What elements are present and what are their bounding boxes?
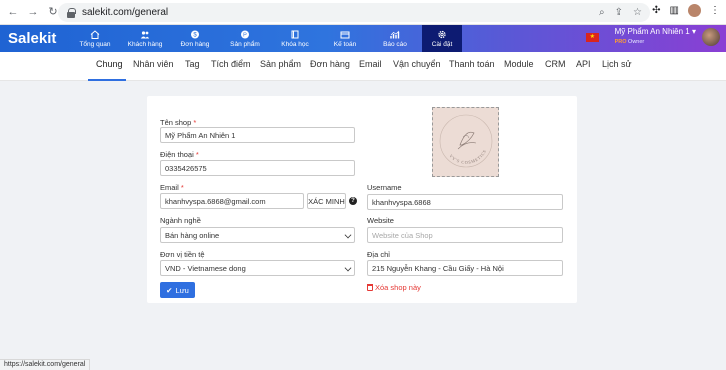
shop-logo-image: VY'S COSMETICS [439,114,492,168]
back-icon[interactable]: ← [6,5,20,19]
user-role: Owner [628,39,645,45]
address-bar[interactable]: salekit.com/general ⌕ ⇪ ☆ [58,3,650,22]
book-icon [291,30,299,38]
share-icon[interactable]: ⇪ [615,7,623,18]
menu-item-customers[interactable]: Khách hàng [120,25,170,52]
industry-select[interactable]: Bán hàng online [160,227,355,243]
website-label: Website [367,216,394,225]
url-text: salekit.com/general [82,7,169,18]
currency-select[interactable]: VND - Vietnamese dong [160,260,355,276]
phone-input[interactable]: 0335426575 [160,160,355,176]
tab-tag[interactable]: Tag [185,59,200,69]
verify-email-button[interactable]: XÁC MINH [307,193,346,209]
tab-general[interactable]: Chung [96,59,123,69]
tab-crm[interactable]: CRM [545,59,566,69]
chevron-down-icon [344,231,352,239]
help-icon[interactable]: ? [349,197,357,205]
svg-text:VY'S COSMETICS: VY'S COSMETICS [448,148,487,165]
username-input[interactable]: khanhvyspa.6868 [367,194,563,210]
customers-icon [140,30,150,38]
currency-label: Đơn vị tiền tệ [160,250,205,259]
tab-staff[interactable]: Nhân viên [133,59,174,69]
user-avatar[interactable] [702,28,720,46]
chevron-down-icon: ▾ [691,27,696,36]
tab-email[interactable]: Email [359,59,382,69]
sidepanel-icon[interactable]: ▥ [670,5,679,16]
shop-name-input[interactable]: Mỹ Phẩm An Nhiên 1 [160,127,355,143]
settings-tabs: Chung Nhân viên Tag Tích điểm Sản phẩm Đ… [0,52,726,81]
shop-name-label: Tên shop * [160,118,197,127]
plan-badge: PRO [614,39,627,45]
browser-toolbar: ← → ↻ salekit.com/general ⌕ ⇪ ☆ ✣ ▥ ⋮ [0,0,726,25]
trash-icon [367,284,373,291]
email-input[interactable]: khanhvyspa.6868@gmail.com [160,193,304,209]
phone-label: Điện thoại * [160,150,199,159]
extensions-icon[interactable]: ✣ [652,5,660,16]
lock-icon [66,7,76,18]
products-icon: P [241,30,249,38]
logo-text: VY'S COSMETICS [448,148,486,165]
tab-points[interactable]: Tích điểm [211,59,251,69]
app-logo[interactable]: Salekit [8,30,70,47]
orders-icon: $ [191,30,199,38]
address-input[interactable]: 215 Nguyễn Khang - Cầu Giấy - Hà Nội [367,260,563,276]
address-label: Địa chỉ [367,250,390,259]
website-input[interactable]: Website của Shop [367,227,563,243]
star-icon[interactable]: ☆ [633,7,642,18]
report-icon [390,30,400,38]
tab-orders[interactable]: Đơn hàng [310,59,350,69]
menu-item-overview[interactable]: Tổng quan [70,25,120,52]
tab-payment[interactable]: Thanh toán [449,59,495,69]
zoom-icon[interactable]: ⌕ [599,7,605,18]
user-name: Mỹ Phẩm An Nhiên 1 [614,27,690,36]
profile-avatar[interactable] [688,4,701,17]
menu-item-settings[interactable]: Cài đặt [422,25,462,52]
active-tab-indicator [88,79,126,81]
app-header: Salekit Tổng quan Khách hàng $ Đơn hàng … [0,25,726,52]
svg-text:P: P [243,32,247,38]
tab-module[interactable]: Module [504,59,534,69]
link-status-bar: https://salekit.com/general [0,359,91,370]
forward-icon[interactable]: → [26,5,40,19]
language-flag-icon[interactable] [585,32,599,42]
settings-icon [438,30,446,38]
shop-logo-upload[interactable]: VY'S COSMETICS [432,107,499,177]
industry-label: Ngành nghề [160,216,201,225]
menu-item-courses[interactable]: Khóa học [270,25,320,52]
menu-kebab-icon[interactable]: ⋮ [710,5,720,16]
tab-products[interactable]: Sản phẩm [260,59,301,69]
tab-shipping[interactable]: Vận chuyển [393,59,441,69]
accounting-icon [340,31,350,38]
email-label: Email * [160,183,184,192]
username-label: Username [367,183,402,192]
menu-item-products[interactable]: P Sản phẩm [220,25,270,52]
tab-history[interactable]: Lịch sử [602,59,632,69]
menu-item-orders[interactable]: $ Đơn hàng [170,25,220,52]
chevron-down-icon [344,264,352,272]
tab-api[interactable]: API [576,59,591,69]
home-icon [90,29,100,39]
check-icon: ✔ [166,285,173,295]
delete-shop-link[interactable]: Xóa shop này [367,283,421,292]
user-menu[interactable]: Mỹ Phẩm An Nhiên 1 ▾ PRO Owner [615,27,696,47]
menu-item-accounting[interactable]: Kế toán [320,25,370,52]
save-button[interactable]: ✔ Lưu [160,282,195,298]
main-menu: Tổng quan Khách hàng $ Đơn hàng P Sản ph… [70,25,462,52]
menu-item-reports[interactable]: Báo cáo [370,25,420,52]
